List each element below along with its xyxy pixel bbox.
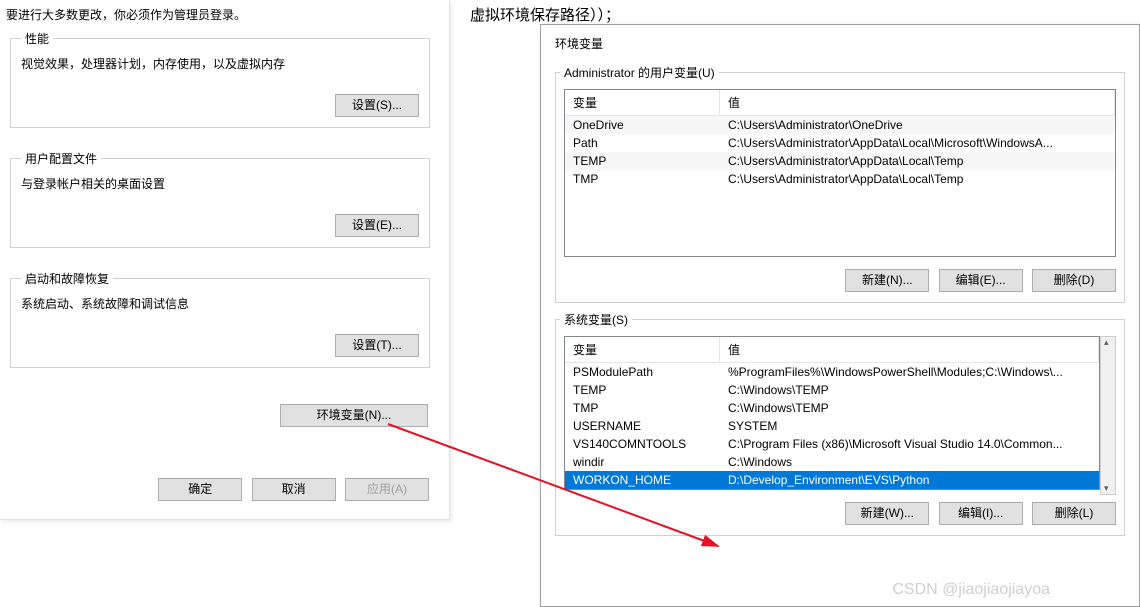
- cell-value: C:\Users\Administrator\AppData\Local\Mic…: [720, 134, 1115, 152]
- right-area: 虚拟环境保存路径））； 环境变量 Administrator 的用户变量(U) …: [450, 0, 1140, 607]
- cell-variable: OneDrive: [565, 116, 720, 134]
- cell-value: SYSTEM: [720, 417, 1099, 435]
- startup-recovery-legend: 启动和故障恢复: [21, 270, 113, 287]
- cell-value: C:\Users\Administrator\AppData\Local\Tem…: [720, 152, 1115, 170]
- ok-button[interactable]: 确定: [158, 478, 242, 501]
- user-variables-table[interactable]: 变量 值 OneDriveC:\Users\Administrator\OneD…: [564, 89, 1116, 257]
- header-value[interactable]: 值: [720, 90, 1115, 115]
- vertical-scrollbar[interactable]: [1100, 336, 1116, 495]
- cell-variable: windir: [565, 453, 720, 471]
- cell-variable: TEMP: [565, 152, 720, 170]
- user-button-row: 新建(N)... 编辑(E)... 删除(D): [556, 265, 1124, 302]
- table-row[interactable]: PSModulePath%ProgramFiles%\WindowsPowerS…: [565, 363, 1099, 381]
- system-variables-table[interactable]: 变量 值 PSModulePath%ProgramFiles%\WindowsP…: [564, 336, 1100, 490]
- table-row[interactable]: OneDriveC:\Users\Administrator\OneDrive: [565, 116, 1115, 134]
- table-row[interactable]: TEMPC:\Users\Administrator\AppData\Local…: [565, 152, 1115, 170]
- header-variable[interactable]: 变量: [565, 90, 720, 115]
- system-new-button[interactable]: 新建(W)...: [845, 502, 929, 525]
- startup-recovery-desc: 系统启动、系统故障和调试信息: [21, 295, 419, 312]
- performance-group: 性能 视觉效果，处理器计划，内存使用，以及虚拟内存 设置(S)...: [10, 30, 430, 128]
- system-edit-button[interactable]: 编辑(I)...: [939, 502, 1023, 525]
- system-button-row: 新建(W)... 编辑(I)... 删除(L): [556, 498, 1124, 535]
- table-header: 变量 值: [565, 337, 1099, 363]
- cancel-button[interactable]: 取消: [252, 478, 336, 501]
- table-row[interactable]: PathC:\Users\Administrator\AppData\Local…: [565, 134, 1115, 152]
- environment-variables-button[interactable]: 环境变量(N)...: [280, 404, 428, 427]
- user-profiles-settings-button[interactable]: 设置(E)...: [335, 214, 419, 237]
- system-variables-legend: 系统变量(S): [560, 311, 632, 328]
- table-row[interactable]: TEMPC:\Windows\TEMP: [565, 381, 1099, 399]
- table-row[interactable]: TMPC:\Windows\TEMP: [565, 399, 1099, 417]
- cell-variable: TMP: [565, 170, 720, 188]
- cell-variable: Path: [565, 134, 720, 152]
- cell-variable: PSModulePath: [565, 363, 720, 381]
- cell-variable: TMP: [565, 399, 720, 417]
- cell-variable: WORKON_HOME: [565, 471, 720, 489]
- system-variables-group: 系统变量(S) 变量 值 PSModulePath%ProgramFiles%\…: [555, 311, 1125, 536]
- cell-value: C:\Windows\TEMP: [720, 381, 1099, 399]
- cell-value: C:\Windows: [720, 453, 1099, 471]
- startup-recovery-group: 启动和故障恢复 系统启动、系统故障和调试信息 设置(T)...: [10, 270, 430, 368]
- admin-note: 要进行大多数更改，你必须作为管理员登录。: [6, 6, 246, 23]
- user-profiles-desc: 与登录帐户相关的桌面设置: [21, 175, 419, 192]
- watermark-text: CSDN @jiaojiaojiayoa: [892, 581, 1050, 599]
- table-row[interactable]: USERNAMESYSTEM: [565, 417, 1099, 435]
- header-value[interactable]: 值: [720, 337, 1099, 362]
- cell-variable: USERNAME: [565, 417, 720, 435]
- system-properties-panel: 要进行大多数更改，你必须作为管理员登录。 性能 视觉效果，处理器计划，内存使用，…: [0, 0, 450, 520]
- user-delete-button[interactable]: 删除(D): [1032, 269, 1116, 292]
- cell-variable: TEMP: [565, 381, 720, 399]
- cell-value: C:\Windows\TEMP: [720, 399, 1099, 417]
- table-header: 变量 值: [565, 90, 1115, 116]
- env-dialog-title: 环境变量: [541, 25, 1139, 56]
- cell-value: C:\Users\Administrator\AppData\Local\Tem…: [720, 170, 1115, 188]
- cell-variable: VS140COMNTOOLS: [565, 435, 720, 453]
- user-new-button[interactable]: 新建(N)...: [845, 269, 929, 292]
- cell-value: C:\Program Files (x86)\Microsoft Visual …: [720, 435, 1099, 453]
- dialog-footer: 确定 取消 应用(A): [152, 478, 429, 501]
- table-row[interactable]: windirC:\Windows: [565, 453, 1099, 471]
- table-row[interactable]: TMPC:\Users\Administrator\AppData\Local\…: [565, 170, 1115, 188]
- apply-button[interactable]: 应用(A): [345, 478, 429, 501]
- table-row[interactable]: WORKON_HOMED:\Develop_Environment\EVS\Py…: [565, 471, 1099, 489]
- cell-value: C:\Users\Administrator\OneDrive: [720, 116, 1115, 134]
- header-variable[interactable]: 变量: [565, 337, 720, 362]
- user-edit-button[interactable]: 编辑(E)...: [939, 269, 1023, 292]
- performance-desc: 视觉效果，处理器计划，内存使用，以及虚拟内存: [21, 55, 419, 72]
- user-profiles-group: 用户配置文件 与登录帐户相关的桌面设置 设置(E)...: [10, 150, 430, 248]
- system-delete-button[interactable]: 删除(L): [1032, 502, 1116, 525]
- environment-variables-dialog: 环境变量 Administrator 的用户变量(U) 变量 值 OneDriv…: [540, 24, 1140, 607]
- cell-value: D:\Develop_Environment\EVS\Python: [720, 471, 1099, 489]
- performance-settings-button[interactable]: 设置(S)...: [335, 94, 419, 117]
- performance-legend: 性能: [21, 30, 53, 47]
- cell-value: %ProgramFiles%\WindowsPowerShell\Modules…: [720, 363, 1099, 381]
- table-row[interactable]: VS140COMNTOOLSC:\Program Files (x86)\Mic…: [565, 435, 1099, 453]
- background-code-line: 虚拟环境保存路径））；: [470, 4, 620, 25]
- startup-recovery-settings-button[interactable]: 设置(T)...: [335, 334, 419, 357]
- user-variables-group: Administrator 的用户变量(U) 变量 值 OneDriveC:\U…: [555, 64, 1125, 303]
- user-profiles-legend: 用户配置文件: [21, 150, 101, 167]
- user-variables-legend: Administrator 的用户变量(U): [560, 64, 719, 81]
